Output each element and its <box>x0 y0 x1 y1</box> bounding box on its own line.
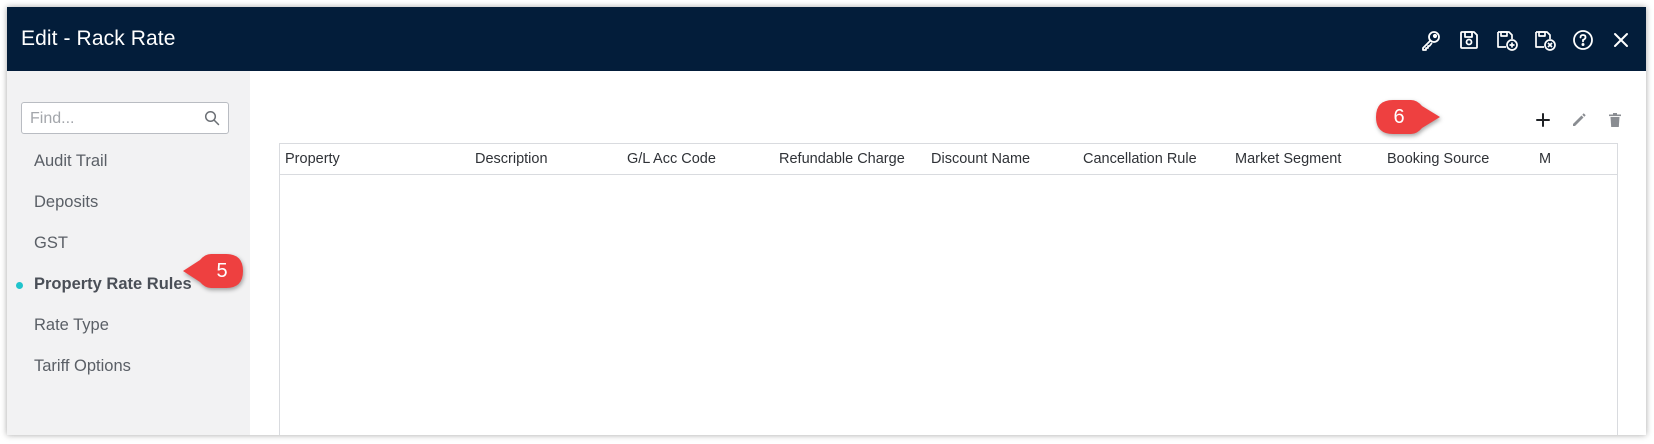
property-rate-rules-grid: Property Description G/L Acc Code Refund… <box>279 143 1618 435</box>
active-indicator-dot <box>16 282 23 289</box>
column-header-cancellation-rule[interactable]: Cancellation Rule <box>1078 144 1230 174</box>
delete-button[interactable] <box>1604 109 1626 131</box>
step-6-callout: 6 <box>1376 100 1440 134</box>
sidebar-item-label: GST <box>34 234 68 252</box>
sidebar: Audit Trail Deposits GST Property Rate R… <box>7 71 250 435</box>
add-button[interactable] <box>1532 109 1554 131</box>
help-icon[interactable] <box>1570 27 1596 53</box>
find-input[interactable] <box>28 103 202 135</box>
step-6-number: 6 <box>1393 106 1405 128</box>
edit-rack-rate-window: Edit - Rack Rate Find... Audit Trail Dep… <box>7 7 1646 435</box>
delete-icon <box>1609 113 1621 127</box>
sidebar-item-label: Property Rate Rules <box>34 275 192 293</box>
sidebar-item-label: Deposits <box>34 193 99 211</box>
column-header-discount-name[interactable]: Discount Name <box>926 144 1078 174</box>
sidebar-item-rate-type[interactable]: Rate Type <box>7 305 250 346</box>
add-icon <box>1536 113 1550 127</box>
grid-header: Property Description G/L Acc Code Refund… <box>280 144 1617 175</box>
column-header-property[interactable]: Property <box>280 144 470 174</box>
step-5-number: 5 <box>216 260 228 282</box>
window-title: Edit - Rack Rate <box>21 27 176 50</box>
column-header-m[interactable]: M <box>1534 144 1617 174</box>
sidebar-item-deposits[interactable]: Deposits <box>7 182 250 223</box>
column-header-description[interactable]: Description <box>470 144 622 174</box>
title-actions <box>1418 27 1634 53</box>
grid-toolbar <box>1532 109 1626 131</box>
save-and-close-icon[interactable] <box>1532 27 1558 53</box>
edit-button[interactable] <box>1568 109 1590 131</box>
search-icon <box>204 110 220 126</box>
sidebar-item-label: Rate Type <box>34 316 109 334</box>
key-icon[interactable] <box>1418 27 1444 53</box>
sidebar-item-audit-trail[interactable]: Audit Trail <box>7 141 250 182</box>
sidebar-item-tariff-options[interactable]: Tariff Options <box>7 346 250 387</box>
close-icon[interactable] <box>1608 27 1634 53</box>
column-header-market-segment[interactable]: Market Segment <box>1230 144 1382 174</box>
step-5-callout: 5 <box>183 254 243 288</box>
save-icon[interactable] <box>1456 27 1482 53</box>
edit-icon <box>1573 113 1586 126</box>
sidebar-item-label: Audit Trail <box>34 152 108 170</box>
column-header-gl-acc-code[interactable]: G/L Acc Code <box>622 144 774 174</box>
find-field[interactable] <box>21 102 229 135</box>
title-bar: Edit - Rack Rate <box>7 7 1646 71</box>
column-header-refundable-charge[interactable]: Refundable Charge <box>774 144 926 174</box>
column-header-booking-source[interactable]: Booking Source <box>1382 144 1534 174</box>
save-and-new-icon[interactable] <box>1494 27 1520 53</box>
sidebar-item-label: Tariff Options <box>34 357 131 375</box>
